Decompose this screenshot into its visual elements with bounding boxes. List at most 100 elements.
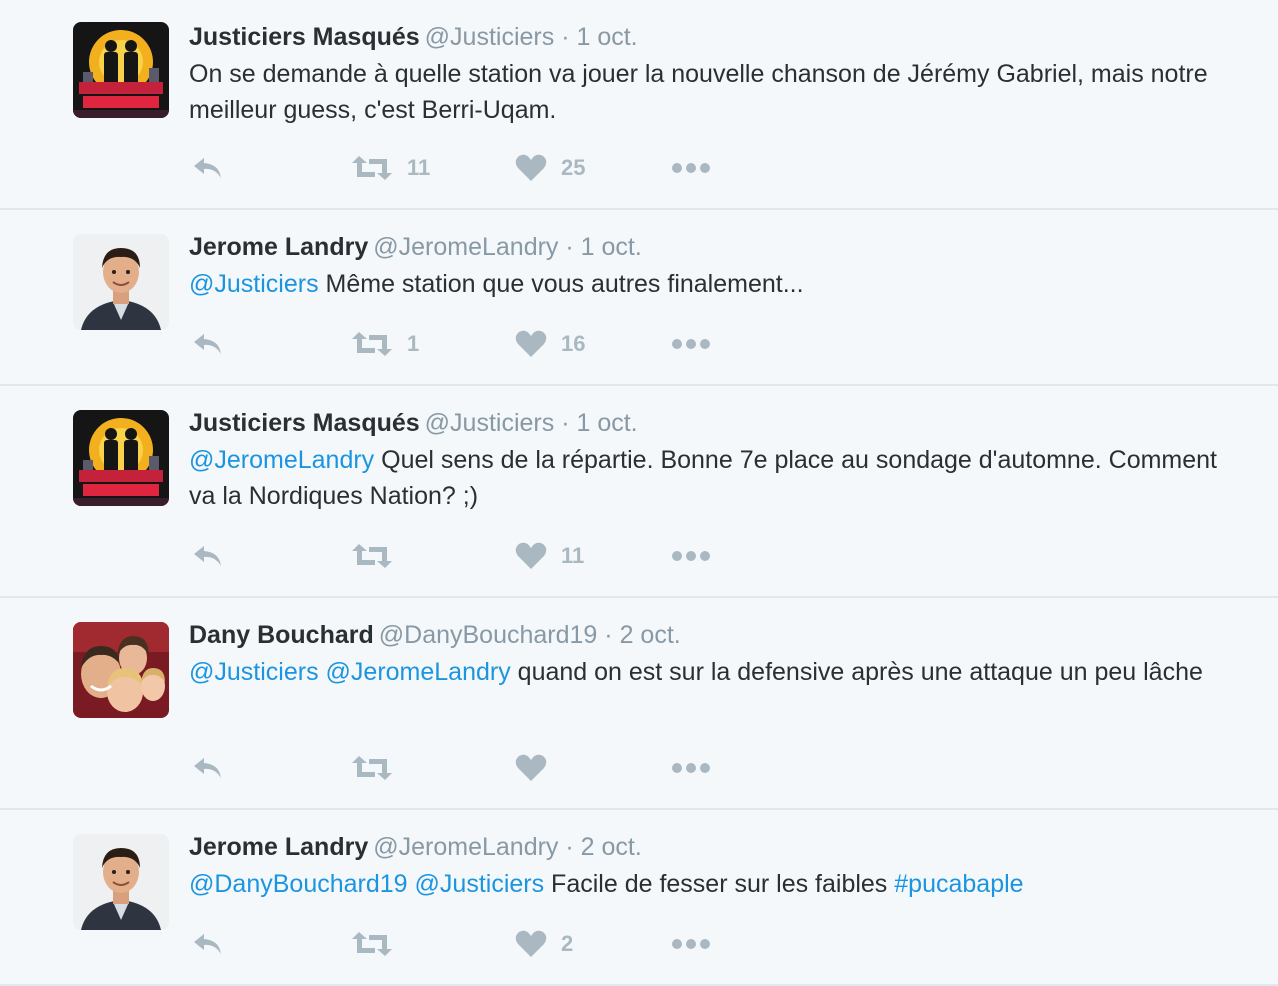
mention-link[interactable]: @Justiciers bbox=[189, 270, 319, 298]
separator: · bbox=[561, 23, 570, 51]
tweet-date[interactable]: 1 oct. bbox=[576, 23, 637, 51]
tweet-actions bbox=[189, 748, 749, 788]
heart-icon bbox=[515, 330, 547, 357]
author-name[interactable]: Jerome Landry bbox=[189, 233, 368, 261]
mention-link[interactable]: @DanyBouchard19 bbox=[189, 870, 408, 898]
justiciers-logo-icon bbox=[73, 410, 169, 506]
tweet-text-body: Même station que vous autres finalement.… bbox=[318, 270, 804, 298]
author-handle[interactable]: @DanyBouchard19 bbox=[379, 621, 598, 649]
tweet-text: @DanyBouchard19 @Justiciers Facile de fe… bbox=[189, 866, 1219, 902]
tweet-header: Justiciers Masqués @Justiciers · 1 oct. bbox=[189, 406, 638, 440]
hashtag-link[interactable]: #pucabaple bbox=[894, 870, 1023, 898]
separator: · bbox=[604, 621, 613, 649]
tweet-header: Justiciers Masqués @Justiciers · 1 oct. bbox=[189, 20, 638, 54]
more-button[interactable] bbox=[671, 148, 711, 188]
tweet-text: @JeromeLandry Quel sens de la répartie. … bbox=[189, 442, 1219, 514]
author-handle[interactable]: @Justiciers bbox=[425, 409, 555, 437]
more-button[interactable] bbox=[671, 324, 711, 364]
retweet-button[interactable] bbox=[351, 924, 407, 964]
author-name[interactable]: Justiciers Masqués bbox=[189, 23, 420, 51]
jerome-landry-photo-icon bbox=[73, 234, 169, 330]
heart-icon bbox=[515, 542, 547, 569]
heart-icon bbox=[515, 754, 547, 781]
more-icon bbox=[672, 763, 710, 773]
tweet-date[interactable]: 1 oct. bbox=[581, 233, 642, 261]
reply-button[interactable] bbox=[191, 536, 225, 576]
mention-link[interactable]: @Justiciers bbox=[415, 870, 545, 898]
like-button[interactable]: 16 bbox=[515, 324, 585, 364]
retweet-icon bbox=[352, 932, 392, 956]
reply-icon bbox=[194, 934, 221, 954]
separator: · bbox=[565, 833, 574, 861]
reply-button[interactable] bbox=[191, 924, 225, 964]
heart-icon bbox=[515, 154, 547, 181]
avatar-justiciers[interactable] bbox=[73, 410, 169, 506]
reply-icon bbox=[194, 158, 221, 178]
tweet-actions: 11 25 bbox=[189, 148, 749, 188]
tweet-header: Jerome Landry @JeromeLandry · 2 oct. bbox=[189, 830, 642, 864]
like-button[interactable]: 25 bbox=[515, 148, 585, 188]
separator: · bbox=[561, 409, 570, 437]
more-button[interactable] bbox=[671, 536, 711, 576]
tweet[interactable]: Justiciers Masqués @Justiciers · 1 oct. @… bbox=[0, 386, 1278, 598]
author-handle[interactable]: @JeromeLandry bbox=[373, 833, 558, 861]
retweet-count: 1 bbox=[407, 331, 420, 356]
tweet[interactable]: Justiciers Masqués @Justiciers · 1 oct. O… bbox=[0, 0, 1278, 210]
like-button[interactable]: 2 bbox=[515, 924, 573, 964]
more-button[interactable] bbox=[671, 924, 711, 964]
more-icon bbox=[672, 339, 710, 349]
author-name[interactable]: Jerome Landry bbox=[189, 833, 368, 861]
retweet-button[interactable]: 1 bbox=[351, 324, 419, 364]
reply-button[interactable] bbox=[191, 324, 225, 364]
tweet-date[interactable]: 2 oct. bbox=[581, 833, 642, 861]
retweet-button[interactable]: 11 bbox=[351, 148, 430, 188]
avatar-jerome-landry[interactable] bbox=[73, 834, 169, 930]
like-count: 25 bbox=[561, 155, 586, 180]
tweet-date[interactable]: 1 oct. bbox=[576, 409, 637, 437]
mention-link[interactable]: @JeromeLandry bbox=[326, 658, 511, 686]
tweet-date[interactable]: 2 oct. bbox=[620, 621, 681, 649]
mention-link[interactable]: @Justiciers bbox=[189, 658, 319, 686]
tweet[interactable]: Dany Bouchard @DanyBouchard19 · 2 oct. @J… bbox=[0, 598, 1278, 810]
avatar-justiciers[interactable] bbox=[73, 22, 169, 118]
retweet-icon bbox=[352, 332, 392, 356]
retweet-button[interactable] bbox=[351, 536, 407, 576]
author-name[interactable]: Justiciers Masqués bbox=[189, 409, 420, 437]
like-count: 11 bbox=[561, 543, 585, 568]
more-icon bbox=[672, 939, 710, 949]
separator: · bbox=[565, 233, 574, 261]
like-button[interactable] bbox=[515, 748, 561, 788]
retweet-icon bbox=[352, 156, 392, 180]
author-handle[interactable]: @Justiciers bbox=[425, 23, 555, 51]
avatar-dany-bouchard[interactable] bbox=[73, 622, 169, 718]
jerome-landry-photo-icon bbox=[73, 834, 169, 930]
reply-icon bbox=[194, 546, 221, 566]
more-icon bbox=[672, 163, 710, 173]
tweet[interactable]: Jerome Landry @JeromeLandry · 2 oct. @Dan… bbox=[0, 810, 1278, 986]
tweet-text: @Justiciers Même station que vous autres… bbox=[189, 266, 1219, 302]
tweet-header: Jerome Landry @JeromeLandry · 1 oct. bbox=[189, 230, 642, 264]
like-button[interactable]: 11 bbox=[515, 536, 584, 576]
like-count: 2 bbox=[561, 931, 574, 956]
tweet-feed: Justiciers Masqués @Justiciers · 1 oct. O… bbox=[0, 0, 1278, 986]
retweet-icon bbox=[352, 544, 392, 568]
tweet[interactable]: Jerome Landry @JeromeLandry · 1 oct. @Jus… bbox=[0, 210, 1278, 386]
dany-bouchard-photo-icon bbox=[73, 622, 169, 718]
like-count: 16 bbox=[561, 331, 586, 356]
tweet-text: On se demande à quelle station va jouer … bbox=[189, 60, 1208, 124]
tweet-text-body: quand on est sur la defensive après une … bbox=[510, 658, 1203, 686]
author-name[interactable]: Dany Bouchard bbox=[189, 621, 374, 649]
retweet-icon bbox=[352, 756, 392, 780]
reply-button[interactable] bbox=[191, 748, 225, 788]
reply-icon bbox=[194, 334, 221, 354]
more-button[interactable] bbox=[671, 748, 711, 788]
tweet-text: @Justiciers @JeromeLandry quand on est s… bbox=[189, 654, 1219, 690]
reply-button[interactable] bbox=[191, 148, 225, 188]
tweet-actions: 2 bbox=[189, 924, 749, 964]
more-icon bbox=[672, 551, 710, 561]
mention-link[interactable]: @JeromeLandry bbox=[189, 446, 374, 474]
avatar-jerome-landry[interactable] bbox=[73, 234, 169, 330]
retweet-button[interactable] bbox=[351, 748, 407, 788]
tweet-actions: 11 bbox=[189, 536, 749, 576]
author-handle[interactable]: @JeromeLandry bbox=[373, 233, 558, 261]
